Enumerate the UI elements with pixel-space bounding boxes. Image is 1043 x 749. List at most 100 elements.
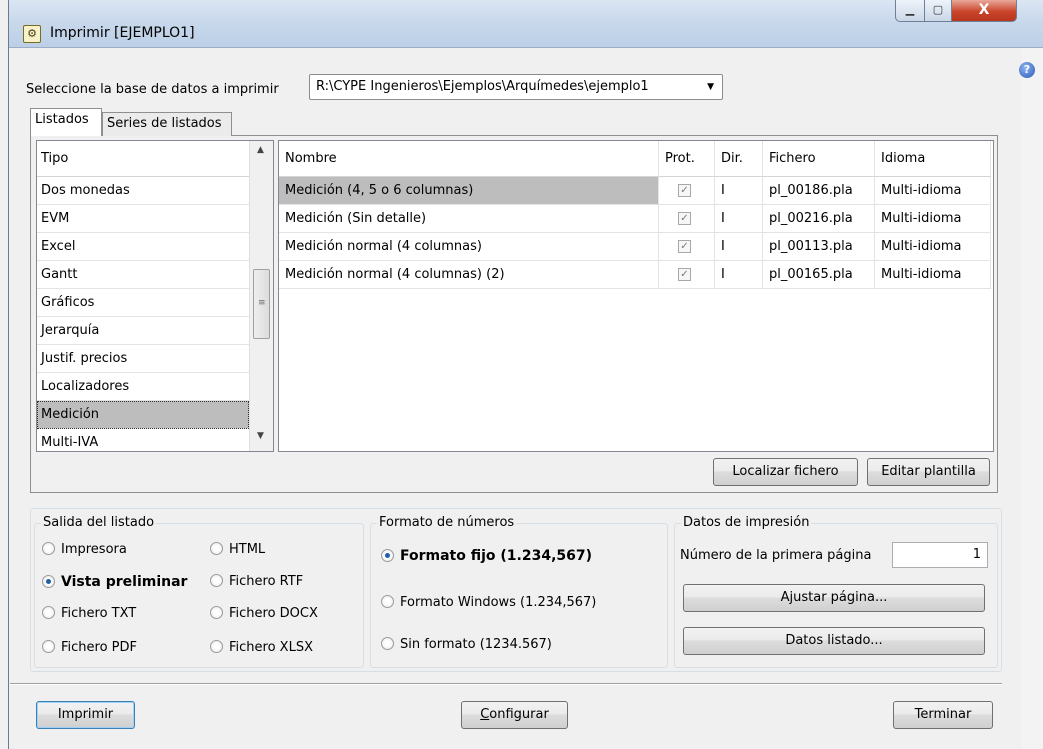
cell-dir: I [715, 261, 763, 288]
cell-idioma: Multi-idioma [875, 205, 991, 232]
radio-fichero-rtf[interactable]: Fichero RTF [210, 574, 303, 590]
table-row[interactable]: Medición normal (4 columnas) ✓ I pl_0011… [279, 233, 991, 261]
scroll-down-icon[interactable]: ▼ [257, 431, 264, 441]
radio-impresora-label: Impresora [61, 542, 127, 557]
radio-html-label: HTML [229, 542, 266, 557]
formato-group-title: Formato de números [377, 515, 517, 530]
cell-prot: ✓ [659, 177, 715, 204]
first-page-label: Número de la primera página [680, 548, 872, 563]
title-bar[interactable]: ⚙ Imprimir [EJEMPLO1] ▁ ▢ X [9, 0, 1043, 48]
cell-prot: ✓ [659, 233, 715, 260]
radio-vista-label: Vista preliminar [61, 574, 188, 590]
radio-fichero-xlsx[interactable]: Fichero XLSX [210, 640, 313, 656]
window-title: Imprimir [EJEMPLO1] [50, 25, 195, 41]
close-button[interactable]: X [951, 0, 1017, 22]
tab-series-de-listados[interactable]: Series de listados [102, 112, 232, 136]
radio-vista-preliminar[interactable]: Vista preliminar [42, 574, 187, 590]
radio-icon [42, 606, 55, 619]
configurar-accesskey: C [480, 707, 490, 722]
list-item[interactable]: EVM [37, 205, 249, 233]
database-select[interactable]: R:\CYPE Ingenieros\Ejemplos\Arquímedes\e… [309, 74, 723, 100]
impresion-group-title: Datos de impresión [681, 515, 812, 530]
checkbox-checked-icon[interactable]: ✓ [678, 184, 691, 197]
footer-separator [10, 683, 1002, 684]
minimize-button[interactable]: ▁ [895, 0, 925, 22]
column-header-prot[interactable]: Prot. [659, 141, 715, 176]
radio-icon [210, 542, 223, 555]
radio-fichero-pdf[interactable]: Fichero PDF [42, 640, 137, 656]
table-row[interactable]: Medición (4, 5 o 6 columnas) ✓ I pl_0018… [279, 177, 991, 205]
tipo-list[interactable]: Tipo Dos monedas EVM Excel Gantt Gráfico… [36, 140, 274, 452]
cell-dir: I [715, 205, 763, 232]
radio-impresora[interactable]: Impresora [42, 542, 127, 558]
app-icon: ⚙ [23, 25, 41, 43]
radio-icon [42, 640, 55, 653]
list-item[interactable]: Jerarquía [37, 317, 249, 345]
scroll-up-icon[interactable]: ▲ [257, 145, 264, 155]
radio-fichero-txt[interactable]: Fichero TXT [42, 606, 136, 622]
list-item[interactable]: Gráficos [37, 289, 249, 317]
scroll-thumb[interactable]: ≡ [253, 269, 270, 339]
configurar-button[interactable]: Configurar [461, 701, 568, 729]
radio-icon [42, 542, 55, 555]
radio-rtf-label: Fichero RTF [229, 574, 304, 589]
radio-formato-windows[interactable]: Formato Windows (1.234,567) [381, 595, 596, 611]
radio-windows-label: Formato Windows (1.234,567) [400, 595, 597, 610]
checkbox-checked-icon[interactable]: ✓ [678, 268, 691, 281]
tab-listados[interactable]: Listados [30, 108, 102, 136]
ajustar-pagina-button[interactable]: Ajustar página... [683, 584, 985, 612]
cell-fichero: pl_00113.pla [763, 233, 875, 260]
list-item[interactable]: Dos monedas [37, 177, 249, 205]
list-item[interactable]: Multi-IVA [37, 429, 249, 451]
column-header-fichero[interactable]: Fichero [763, 141, 875, 176]
cell-idioma: Multi-idioma [875, 261, 991, 288]
cell-idioma: Multi-idioma [875, 177, 991, 204]
column-header-dir[interactable]: Dir. [715, 141, 763, 176]
cell-nombre: Medición normal (4 columnas) [279, 233, 659, 260]
radio-xlsx-label: Fichero XLSX [229, 640, 313, 655]
cell-nombre: Medición (Sin detalle) [279, 205, 659, 232]
salida-group-title: Salida del listado [41, 515, 157, 530]
radio-sin-label: Sin formato (1234.567) [400, 637, 552, 652]
cell-dir: I [715, 233, 763, 260]
list-item[interactable]: Gantt [37, 261, 249, 289]
radio-fichero-docx[interactable]: Fichero DOCX [210, 606, 318, 622]
checkbox-checked-icon[interactable]: ✓ [678, 212, 691, 225]
column-header-nombre[interactable]: Nombre [279, 141, 659, 176]
checkbox-checked-icon[interactable]: ✓ [678, 240, 691, 253]
cell-prot: ✓ [659, 261, 715, 288]
maximize-button[interactable]: ▢ [924, 0, 952, 22]
datos-listado-button[interactable]: Datos listado... [683, 627, 985, 655]
imprimir-button[interactable]: Imprimir [36, 701, 135, 729]
cell-dir: I [715, 177, 763, 204]
list-item[interactable]: Justif. precios [37, 345, 249, 373]
column-header-idioma[interactable]: Idioma [875, 141, 991, 176]
database-label: Seleccione la base de datos a imprimir [26, 82, 279, 97]
table-header: Nombre Prot. Dir. Fichero Idioma [279, 141, 991, 177]
localizar-fichero-button[interactable]: Localizar fichero [713, 458, 858, 486]
radio-txt-label: Fichero TXT [61, 606, 137, 621]
radio-html[interactable]: HTML [210, 542, 265, 558]
radio-sin-formato[interactable]: Sin formato (1234.567) [381, 637, 552, 653]
tipo-scrollbar[interactable]: ▲ ≡ ▼ [249, 141, 273, 451]
table-row[interactable]: Medición (Sin detalle) ✓ I pl_00216.pla … [279, 205, 991, 233]
cell-nombre: Medición (4, 5 o 6 columnas) [279, 177, 659, 204]
cell-prot: ✓ [659, 205, 715, 232]
right-side-strip [1022, 48, 1043, 749]
table-row[interactable]: Medición normal (4 columnas) (2) ✓ I pl_… [279, 261, 991, 289]
editar-plantilla-button[interactable]: Editar plantilla [867, 458, 990, 486]
tipo-column-header[interactable]: Tipo [37, 141, 249, 177]
database-select-value: R:\CYPE Ingenieros\Ejemplos\Arquímedes\e… [316, 79, 649, 94]
grip-icon: ≡ [258, 298, 266, 308]
radio-selected-icon [42, 575, 55, 588]
list-item[interactable]: Localizadores [37, 373, 249, 401]
cell-nombre: Medición normal (4 columnas) (2) [279, 261, 659, 288]
help-icon[interactable]: ? [1019, 62, 1035, 78]
list-item-selected[interactable]: Medición [37, 401, 249, 429]
list-item[interactable]: Excel [37, 233, 249, 261]
cell-fichero: pl_00165.pla [763, 261, 875, 288]
first-page-input[interactable]: 1 [892, 542, 988, 568]
listados-table[interactable]: Nombre Prot. Dir. Fichero Idioma Medició… [278, 140, 994, 452]
radio-formato-fijo[interactable]: Formato fijo (1.234,567) [381, 548, 592, 564]
terminar-button[interactable]: Terminar [893, 701, 993, 729]
